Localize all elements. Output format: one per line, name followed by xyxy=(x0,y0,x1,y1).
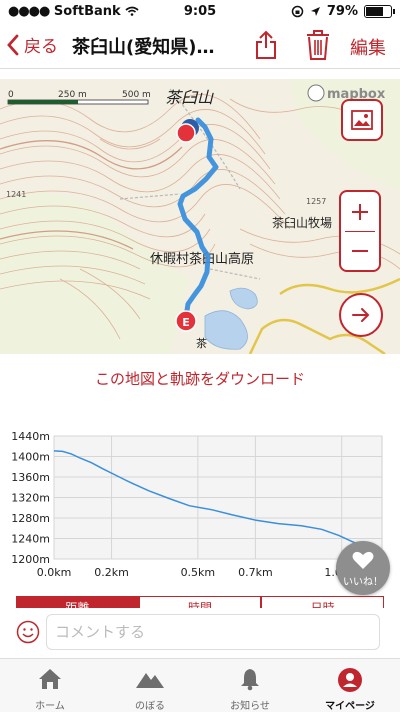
bottom-tab-bar: ホーム のぼる お知らせ マイページ xyxy=(0,658,400,712)
tab-distance[interactable]: 距離 xyxy=(16,596,139,608)
tab-notifications-label: お知らせ xyxy=(230,701,270,712)
like-button[interactable]: いいね！ xyxy=(336,541,390,595)
scale-label-0: 0 xyxy=(8,90,14,100)
chevron-left-icon xyxy=(7,34,19,55)
y-tick-label: 1360m xyxy=(11,471,50,484)
x-tick-label: 0.0km xyxy=(37,566,72,579)
download-map-link[interactable]: この地図と軌跡をダウンロード xyxy=(0,368,400,389)
comment-bar: コメントする xyxy=(0,608,400,658)
tab-climb-label: のぼる xyxy=(135,701,165,712)
zoom-in-button[interactable] xyxy=(341,192,379,231)
back-button[interactable]: 戻る xyxy=(6,32,58,57)
minus-icon xyxy=(352,250,368,252)
rotation-lock-icon xyxy=(291,5,304,18)
scale-bar xyxy=(7,99,149,105)
y-tick-label: 1240m xyxy=(11,533,50,546)
map-next-button[interactable] xyxy=(339,293,383,337)
x-tick-label: 0.5km xyxy=(181,566,216,579)
y-tick-label: 1440m xyxy=(11,430,50,443)
y-tick-label: 1320m xyxy=(11,492,50,505)
navigation-bar: 戻る 茶臼山(愛知県)… 編集 xyxy=(0,24,400,69)
y-tick-label: 1200m xyxy=(11,553,50,566)
stats-tabs: 距離 時間 日時 xyxy=(16,596,384,608)
tab-climb[interactable]: のぼる xyxy=(100,659,200,712)
status-right: 79% xyxy=(291,4,395,19)
scale-label-250: 250 m xyxy=(58,90,87,100)
delete-button[interactable] xyxy=(305,29,331,65)
y-tick-label: 1400m xyxy=(11,451,50,464)
status-bar: ●●●● SoftBank 9:05 79% xyxy=(0,0,400,24)
elevation-label-1257: 1257 xyxy=(306,197,326,206)
edit-button[interactable]: 編集 xyxy=(350,34,386,60)
bell-icon xyxy=(241,669,259,691)
battery-fill xyxy=(366,7,384,16)
trash-icon xyxy=(307,30,329,60)
arrow-right-icon xyxy=(352,308,370,322)
tab-time[interactable]: 時間 xyxy=(138,596,262,608)
back-label: 戻る xyxy=(24,37,58,57)
share-button[interactable] xyxy=(254,29,278,65)
emoji-icon[interactable] xyxy=(16,620,40,644)
scale-label-500: 500 m xyxy=(122,90,151,100)
summit-label: 茶臼山 xyxy=(165,88,214,107)
home-icon xyxy=(39,669,61,689)
user-icon xyxy=(338,668,362,692)
image-icon xyxy=(351,110,373,130)
tab-home[interactable]: ホーム xyxy=(0,659,100,712)
map-image-button[interactable] xyxy=(341,99,383,141)
end-marker-label: E xyxy=(182,316,190,329)
resort-label: 休暇村茶臼山高原 xyxy=(150,251,254,267)
elevation-label-1241: 1241 xyxy=(6,190,26,199)
zoom-control xyxy=(339,190,381,272)
mountain-icon xyxy=(136,673,164,688)
zoom-out-button[interactable] xyxy=(341,232,379,270)
tab-home-label: ホーム xyxy=(35,701,65,712)
heart-icon xyxy=(352,551,374,569)
y-tick-label: 1280m xyxy=(11,512,50,525)
x-tick-label: 0.2km xyxy=(94,566,129,579)
ranch-label: 茶臼山牧場 xyxy=(272,215,332,230)
mapbox-logo-icon xyxy=(307,84,325,102)
route-map[interactable]: 0 250 m 500 m 茶臼山 休暇村茶臼山高原 茶臼山牧場 茶 1241 … xyxy=(0,79,400,354)
comment-input[interactable]: コメントする xyxy=(46,614,380,650)
tab-date[interactable]: 日時 xyxy=(261,596,384,608)
battery-percent: 79% xyxy=(326,4,358,19)
tab-mypage-label: マイページ xyxy=(325,701,375,712)
start-marker xyxy=(176,123,196,143)
tab-mypage[interactable]: マイページ xyxy=(300,659,400,712)
area-label: 茶 xyxy=(196,337,207,350)
page-title: 茶臼山(愛知県)… xyxy=(72,37,215,58)
plus-icon xyxy=(352,203,368,220)
like-label: いいね！ xyxy=(343,577,383,588)
location-icon xyxy=(310,7,320,16)
share-icon xyxy=(256,30,276,59)
x-tick-label: 0.7km xyxy=(238,566,273,579)
battery-icon xyxy=(364,5,395,18)
tab-notifications[interactable]: お知らせ xyxy=(200,659,300,712)
